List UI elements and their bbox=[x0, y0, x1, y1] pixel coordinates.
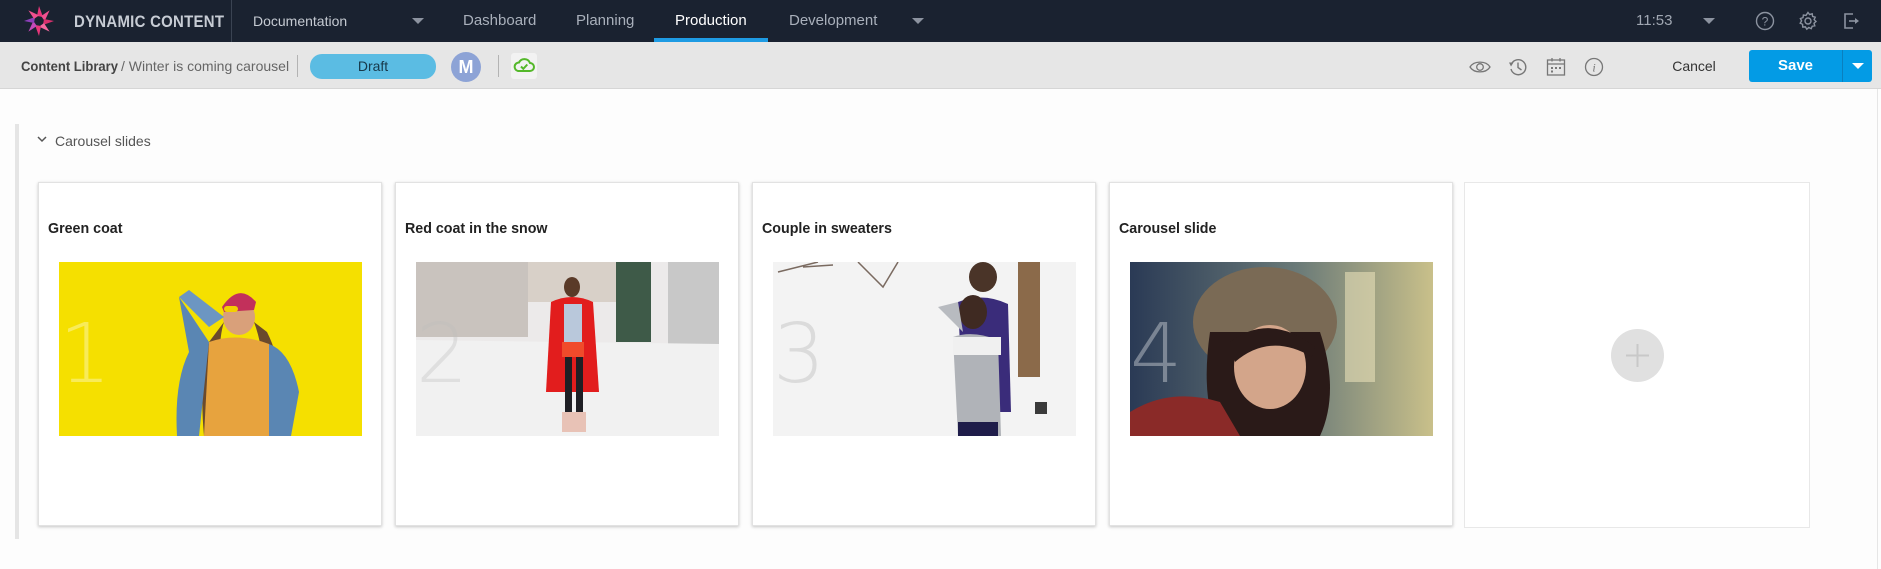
slide-number: 2 bbox=[416, 307, 469, 402]
toolbar-divider bbox=[297, 55, 298, 77]
slide-number: 3 bbox=[773, 307, 826, 402]
content-editor: Carousel slides Green coat 1 Red coat in… bbox=[0, 89, 1878, 569]
tab-development[interactable]: Development bbox=[789, 12, 877, 29]
schedule-calendar-icon[interactable] bbox=[1544, 55, 1568, 79]
slide-title: Green coat bbox=[48, 220, 123, 237]
slide-number: 1 bbox=[59, 307, 112, 402]
slide-number: 4 bbox=[1130, 307, 1183, 402]
tab-planning[interactable]: Planning bbox=[576, 12, 634, 29]
slide-card[interactable]: Carousel slide 4 bbox=[1109, 182, 1453, 526]
preview-eye-icon[interactable] bbox=[1468, 55, 1492, 79]
slide-image[interactable]: 1 bbox=[59, 262, 362, 436]
tab-dashboard[interactable]: Dashboard bbox=[463, 12, 536, 29]
breadcrumb-content-library[interactable]: Content Library bbox=[21, 58, 118, 74]
section-title[interactable]: Carousel slides bbox=[55, 133, 151, 149]
add-slide-button[interactable] bbox=[1611, 329, 1664, 382]
hub-dropdown-caret-icon[interactable] bbox=[412, 18, 424, 24]
sync-status-button[interactable] bbox=[511, 53, 537, 79]
slide-card[interactable]: Red coat in the snow 2 bbox=[395, 182, 739, 526]
svg-text:?: ? bbox=[1762, 15, 1769, 29]
avatar[interactable]: M bbox=[451, 52, 481, 82]
breadcrumb-current-item: / Winter is coming carousel bbox=[121, 58, 290, 74]
top-navigation-bar: DYNAMIC CONTENT Documentation Dashboard … bbox=[0, 0, 1881, 42]
tab-production[interactable]: Production bbox=[675, 12, 747, 29]
info-icon[interactable]: i bbox=[1582, 55, 1606, 79]
dynamic-content-logo-icon bbox=[24, 6, 54, 36]
settings-icon[interactable] bbox=[1797, 10, 1819, 32]
slide-title: Carousel slide bbox=[1119, 220, 1217, 237]
brand-name: DYNAMIC CONTENT bbox=[74, 12, 225, 31]
nav-divider bbox=[231, 0, 232, 42]
slide-image[interactable]: 3 bbox=[773, 262, 1076, 436]
status-badge[interactable]: Draft bbox=[310, 54, 436, 79]
clock: 11:53 bbox=[1636, 12, 1673, 29]
chevron-down-icon bbox=[1852, 63, 1864, 69]
slide-title: Red coat in the snow bbox=[405, 220, 548, 237]
plus-icon bbox=[1626, 344, 1649, 367]
toolbar-divider bbox=[498, 55, 499, 77]
cancel-button[interactable]: Cancel bbox=[1660, 52, 1728, 80]
help-icon[interactable]: ? bbox=[1754, 10, 1776, 32]
hub-selector[interactable]: Documentation bbox=[253, 13, 347, 29]
logout-icon[interactable] bbox=[1840, 10, 1862, 32]
save-button[interactable]: Save bbox=[1749, 50, 1842, 82]
slide-title: Couple in sweaters bbox=[762, 220, 892, 237]
chevron-down-icon[interactable] bbox=[37, 134, 47, 144]
history-icon[interactable] bbox=[1506, 55, 1530, 79]
save-options-dropdown-button[interactable] bbox=[1842, 50, 1872, 82]
slide-card[interactable]: Couple in sweaters 3 bbox=[752, 182, 1096, 526]
clock-dropdown-caret-icon[interactable] bbox=[1703, 18, 1715, 24]
slide-card[interactable]: Green coat 1 bbox=[38, 182, 382, 526]
slide-image[interactable]: 4 bbox=[1130, 262, 1433, 436]
section-rule bbox=[15, 124, 19, 539]
svg-text:i: i bbox=[1592, 61, 1595, 75]
cloud-check-icon bbox=[513, 58, 535, 72]
content-toolbar: Content Library / Winter is coming carou… bbox=[0, 42, 1881, 89]
more-tabs-caret-icon[interactable] bbox=[912, 18, 924, 24]
slide-image[interactable]: 2 bbox=[416, 262, 719, 436]
add-slide-card[interactable] bbox=[1464, 182, 1810, 528]
